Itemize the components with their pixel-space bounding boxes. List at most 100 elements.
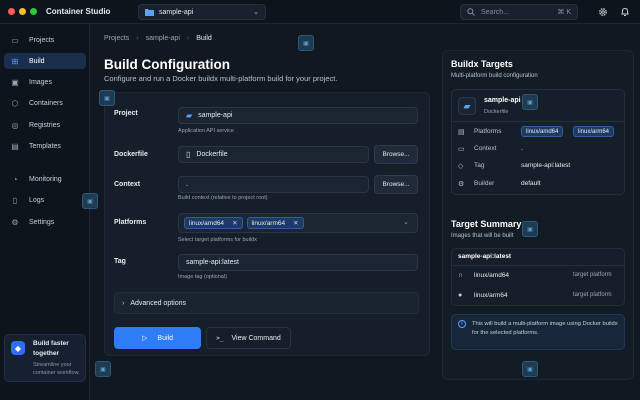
title-bar: Container Studio sample-api ⌄ Search... …: [0, 0, 640, 24]
context-icon: ▭: [458, 146, 465, 153]
remove-chip-icon[interactable]: ✕: [293, 219, 298, 227]
platform-chip-label: linux/amd64: [189, 219, 225, 227]
sidebar-item-monitoring[interactable]: ◔ Monitoring: [4, 171, 86, 187]
tag-input-value: sample-api:latest: [186, 259, 239, 266]
promo-subtitle: Streamline your container workflow.: [33, 362, 80, 376]
tag-input[interactable]: sample-api:latest: [178, 254, 418, 271]
search-input[interactable]: Search... ⌘ K: [460, 4, 578, 20]
advanced-options-label: Advanced options: [130, 299, 186, 307]
folder-icon: ▰: [186, 111, 193, 120]
context-field[interactable]: .: [178, 176, 369, 193]
target-name: sample-api: [484, 97, 521, 104]
platforms-hint: Select target platforms for buildx: [178, 237, 257, 243]
image-placeholder-icon: ▣: [522, 94, 538, 110]
sidebar-item-projects[interactable]: ▭ Projects: [4, 32, 86, 48]
context-label: Context: [114, 181, 141, 188]
project-field-value: sample-api: [198, 112, 233, 119]
sidebar-item-label: Images: [29, 78, 52, 86]
divider: [452, 121, 624, 122]
file-icon: ▯: [186, 150, 191, 159]
chevron-down-icon: ⌄: [253, 9, 259, 16]
apple-icon: ●: [458, 292, 463, 299]
dockerfile-browse-button[interactable]: Browse...: [374, 145, 418, 164]
targets-subtitle: Multi-platform build configuration: [451, 73, 538, 79]
sidebar-item-build[interactable]: ⊞ Build: [4, 53, 86, 69]
tag-icon: ◇: [458, 163, 464, 170]
build-button[interactable]: ▷ Build: [114, 327, 201, 349]
target-kind: Dockerfile: [484, 109, 509, 115]
platforms-icon: ▤: [458, 129, 465, 136]
project-hint: Application API service: [178, 128, 234, 134]
target-context-label: Context: [474, 145, 497, 152]
search-placeholder: Search...: [481, 8, 510, 16]
sidebar-item-templates[interactable]: ▤ Templates: [4, 138, 86, 154]
info-icon: i: [458, 320, 466, 328]
summary-platform-name: linux/arm64: [474, 292, 508, 299]
promo-title: Build faster together: [33, 340, 69, 357]
bell-icon[interactable]: [619, 6, 631, 18]
image-placeholder-icon: ▣: [522, 221, 538, 237]
summary-platform-type: target platform: [573, 272, 612, 278]
chevron-down-icon[interactable]: ⌄: [403, 218, 409, 226]
search-shortcut: ⌘ K: [557, 9, 571, 16]
image-placeholder-icon: ▣: [522, 361, 538, 377]
build-button-label: Build: [157, 334, 173, 342]
target-platform-chip: linux/amd64: [521, 126, 564, 137]
platforms-select[interactable]: linux/amd64 ✕ linux/arm64 ✕ ⌄: [178, 213, 418, 233]
target-platform-chip: linux/arm64: [573, 126, 615, 137]
context-browse-button[interactable]: Browse...: [374, 175, 418, 194]
sidebar-item-label: Projects: [29, 36, 55, 44]
sidebar-item-label: Monitoring: [29, 175, 62, 183]
breadcrumb-item-project[interactable]: sample-api: [146, 35, 180, 42]
project-selector-value: sample-api: [159, 8, 194, 16]
app-window: Container Studio sample-api ⌄ Search... …: [0, 0, 640, 400]
sidebar-item-settings[interactable]: ⚙ Settings: [4, 214, 86, 230]
summary-image-name: sample-api:latest: [458, 253, 512, 260]
platforms-label: Platforms: [114, 219, 147, 226]
sidebar-item-label: Settings: [29, 218, 55, 226]
platform-chip: linux/amd64 ✕: [184, 217, 243, 229]
project-field[interactable]: ▰ sample-api: [178, 107, 418, 124]
sidebar-item-logs[interactable]: ▯ Logs: [4, 192, 86, 208]
sidebar-item-containers[interactable]: ⬡ Containers: [4, 95, 86, 111]
monitoring-icon: ◔: [12, 174, 18, 184]
target-builder-label: Builder: [474, 180, 495, 187]
build-icon: ⊞: [11, 56, 19, 66]
breadcrumb-item-projects[interactable]: Projects: [104, 35, 129, 42]
logs-icon: ▯: [12, 195, 18, 205]
promo-card[interactable]: ◆ Build faster together Streamline your …: [4, 334, 86, 382]
tag-hint: Image tag (optional): [178, 274, 227, 280]
minimize-window-button[interactable]: [19, 8, 26, 15]
target-context-value: .: [521, 145, 523, 152]
app-title: Container Studio: [46, 7, 111, 16]
dockerfile-label: Dockerfile: [114, 151, 148, 158]
project-selector[interactable]: sample-api ⌄: [138, 4, 266, 20]
dockerfile-field[interactable]: ▯ Dockerfile: [178, 146, 369, 163]
settings-icon: ⚙: [11, 217, 19, 227]
view-command-button[interactable]: >_ View Command: [206, 327, 291, 349]
chevron-right-icon: ›: [122, 299, 125, 307]
image-placeholder-icon: ▣: [99, 90, 115, 106]
summary-platform-type: target platform: [573, 292, 612, 298]
folder-icon: ▰: [458, 97, 476, 115]
page-subtitle: Configure and run a Docker buildx multi-…: [104, 74, 338, 83]
advanced-options-toggle[interactable]: › Advanced options: [114, 292, 419, 314]
tag-label: Tag: [114, 258, 126, 265]
sidebar-item-images[interactable]: ▣ Images: [4, 74, 86, 90]
close-window-button[interactable]: [8, 8, 15, 15]
search-icon: [467, 8, 475, 16]
target-tag-label: Tag: [474, 162, 485, 169]
window-controls: [8, 8, 37, 15]
target-platforms-label: Platforms: [474, 128, 502, 135]
summary-platform-name: linux/amd64: [474, 272, 510, 279]
gear-icon[interactable]: [597, 6, 609, 18]
sidebar-item-registries[interactable]: ◎ Registries: [4, 117, 86, 133]
platform-chip: linux/arm64 ✕: [246, 217, 304, 229]
targets-title: Buildx Targets: [451, 59, 513, 69]
cube-icon: ◆: [11, 341, 25, 355]
containers-icon: ⬡: [11, 98, 19, 108]
maximize-window-button[interactable]: [30, 8, 37, 15]
remove-chip-icon[interactable]: ✕: [232, 219, 237, 227]
view-command-label: View Command: [231, 334, 281, 342]
sidebar-item-label: Logs: [29, 196, 45, 204]
